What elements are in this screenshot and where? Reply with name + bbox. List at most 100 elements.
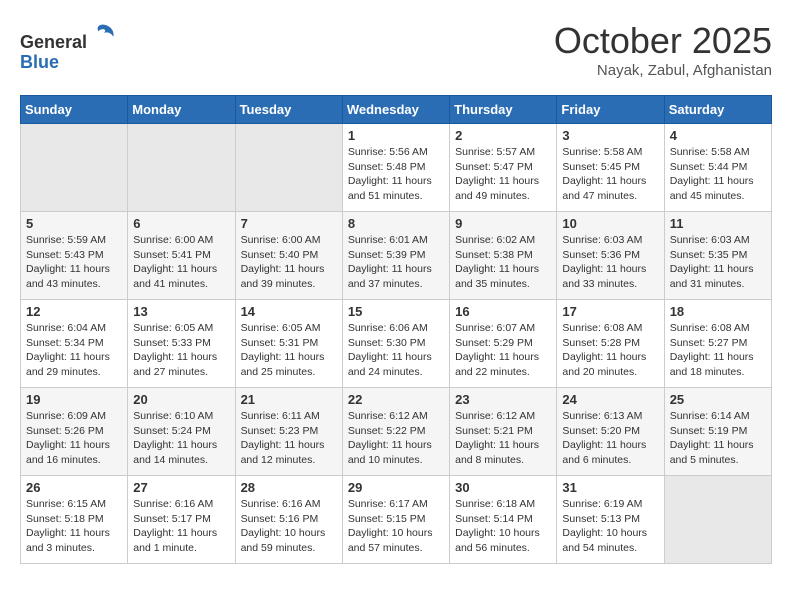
calendar-cell: 7 Sunrise: 6:00 AMSunset: 5:40 PMDaylight… [235, 212, 342, 300]
calendar-cell: 6 Sunrise: 6:00 AMSunset: 5:41 PMDaylight… [128, 212, 235, 300]
calendar-cell [21, 124, 128, 212]
day-number: 8 [348, 216, 444, 231]
calendar-body: 1 Sunrise: 5:56 AMSunset: 5:48 PMDaylight… [21, 124, 772, 564]
calendar-cell: 29 Sunrise: 6:17 AMSunset: 5:15 PMDayligh… [342, 476, 449, 564]
calendar-cell: 12Sunrise: 6:04 AMSunset: 5:34 PMDayligh… [21, 300, 128, 388]
day-number: 30 [455, 480, 551, 495]
logo: General Blue [20, 20, 117, 73]
calendar-cell: 9 Sunrise: 6:02 AMSunset: 5:38 PMDaylight… [450, 212, 557, 300]
calendar-cell [128, 124, 235, 212]
day-number: 7 [241, 216, 337, 231]
day-info: Sunrise: 5:58 AMSunset: 5:44 PMDaylight:… [670, 145, 766, 204]
day-info: Sunrise: 6:08 AMSunset: 5:28 PMDaylight:… [562, 321, 658, 380]
day-info: Sunrise: 6:19 AMSunset: 5:13 PMDaylight:… [562, 497, 658, 556]
calendar-cell: 26Sunrise: 6:15 AMSunset: 5:18 PMDayligh… [21, 476, 128, 564]
day-info: Sunrise: 6:12 AMSunset: 5:21 PMDaylight:… [455, 409, 551, 468]
calendar-week-4: 19 Sunrise: 6:09 AMSunset: 5:26 PMDayligh… [21, 388, 772, 476]
calendar-cell: 5Sunrise: 5:59 AMSunset: 5:43 PMDaylight… [21, 212, 128, 300]
title-block: October 2025 Nayak, Zabul, Afghanistan [554, 20, 772, 79]
calendar-cell: 3 Sunrise: 5:58 AMSunset: 5:45 PMDaylight… [557, 124, 664, 212]
calendar-cell: 23 Sunrise: 6:12 AMSunset: 5:21 PMDayligh… [450, 388, 557, 476]
day-info: Sunrise: 6:14 AMSunset: 5:19 PMDaylight:… [670, 409, 766, 468]
day-number: 29 [348, 480, 444, 495]
calendar-week-2: 5Sunrise: 5:59 AMSunset: 5:43 PMDaylight… [21, 212, 772, 300]
weekday-header-tuesday: Tuesday [235, 96, 342, 124]
day-info: Sunrise: 5:57 AMSunset: 5:47 PMDaylight:… [455, 145, 551, 204]
page-header: General Blue October 2025 Nayak, Zabul, … [20, 20, 772, 79]
logo-bird-icon [89, 20, 117, 48]
calendar-cell: 2 Sunrise: 5:57 AMSunset: 5:47 PMDaylight… [450, 124, 557, 212]
calendar-cell: 21Sunrise: 6:11 AMSunset: 5:23 PMDayligh… [235, 388, 342, 476]
day-info: Sunrise: 6:09 AMSunset: 5:26 PMDaylight:… [26, 409, 122, 468]
day-number: 1 [348, 128, 444, 143]
month-title: October 2025 [554, 20, 772, 62]
day-info: Sunrise: 6:05 AMSunset: 5:31 PMDaylight:… [241, 321, 337, 380]
day-number: 20 [133, 392, 229, 407]
calendar-header: SundayMondayTuesdayWednesdayThursdayFrid… [21, 96, 772, 124]
calendar-cell: 31 Sunrise: 6:19 AMSunset: 5:13 PMDayligh… [557, 476, 664, 564]
day-info: Sunrise: 5:58 AMSunset: 5:45 PMDaylight:… [562, 145, 658, 204]
day-number: 19 [26, 392, 122, 407]
calendar-cell: 22Sunrise: 6:12 AMSunset: 5:22 PMDayligh… [342, 388, 449, 476]
calendar-cell: 28Sunrise: 6:16 AMSunset: 5:16 PMDayligh… [235, 476, 342, 564]
calendar-cell: 19 Sunrise: 6:09 AMSunset: 5:26 PMDayligh… [21, 388, 128, 476]
day-info: Sunrise: 6:07 AMSunset: 5:29 PMDaylight:… [455, 321, 551, 380]
calendar-cell: 20 Sunrise: 6:10 AMSunset: 5:24 PMDayligh… [128, 388, 235, 476]
day-number: 16 [455, 304, 551, 319]
day-info: Sunrise: 6:10 AMSunset: 5:24 PMDaylight:… [133, 409, 229, 468]
day-info: Sunrise: 6:16 AMSunset: 5:16 PMDaylight:… [241, 497, 337, 556]
calendar-week-3: 12Sunrise: 6:04 AMSunset: 5:34 PMDayligh… [21, 300, 772, 388]
day-info: Sunrise: 5:59 AMSunset: 5:43 PMDaylight:… [26, 233, 122, 292]
calendar-cell: 4Sunrise: 5:58 AMSunset: 5:44 PMDaylight… [664, 124, 771, 212]
weekday-header-saturday: Saturday [664, 96, 771, 124]
calendar-cell: 17 Sunrise: 6:08 AMSunset: 5:28 PMDayligh… [557, 300, 664, 388]
day-number: 11 [670, 216, 766, 231]
calendar-cell: 25Sunrise: 6:14 AMSunset: 5:19 PMDayligh… [664, 388, 771, 476]
calendar-cell: 14 Sunrise: 6:05 AMSunset: 5:31 PMDayligh… [235, 300, 342, 388]
day-info: Sunrise: 6:05 AMSunset: 5:33 PMDaylight:… [133, 321, 229, 380]
day-info: Sunrise: 6:12 AMSunset: 5:22 PMDaylight:… [348, 409, 444, 468]
weekday-header-thursday: Thursday [450, 96, 557, 124]
calendar-cell: 16 Sunrise: 6:07 AMSunset: 5:29 PMDayligh… [450, 300, 557, 388]
day-number: 13 [133, 304, 229, 319]
day-number: 27 [133, 480, 229, 495]
calendar-cell [235, 124, 342, 212]
day-info: Sunrise: 6:03 AMSunset: 5:36 PMDaylight:… [562, 233, 658, 292]
day-info: Sunrise: 6:18 AMSunset: 5:14 PMDaylight:… [455, 497, 551, 556]
day-info: Sunrise: 6:00 AMSunset: 5:40 PMDaylight:… [241, 233, 337, 292]
calendar-week-1: 1 Sunrise: 5:56 AMSunset: 5:48 PMDaylight… [21, 124, 772, 212]
calendar-cell: 15 Sunrise: 6:06 AMSunset: 5:30 PMDayligh… [342, 300, 449, 388]
day-number: 14 [241, 304, 337, 319]
day-info: Sunrise: 5:56 AMSunset: 5:48 PMDaylight:… [348, 145, 444, 204]
calendar-cell [664, 476, 771, 564]
day-info: Sunrise: 6:02 AMSunset: 5:38 PMDaylight:… [455, 233, 551, 292]
calendar-cell: 10Sunrise: 6:03 AMSunset: 5:36 PMDayligh… [557, 212, 664, 300]
calendar-cell: 8 Sunrise: 6:01 AMSunset: 5:39 PMDaylight… [342, 212, 449, 300]
day-info: Sunrise: 6:16 AMSunset: 5:17 PMDaylight:… [133, 497, 229, 556]
day-number: 3 [562, 128, 658, 143]
day-info: Sunrise: 6:00 AMSunset: 5:41 PMDaylight:… [133, 233, 229, 292]
day-number: 23 [455, 392, 551, 407]
day-number: 24 [562, 392, 658, 407]
day-info: Sunrise: 6:11 AMSunset: 5:23 PMDaylight:… [241, 409, 337, 468]
day-number: 9 [455, 216, 551, 231]
calendar-cell: 30 Sunrise: 6:18 AMSunset: 5:14 PMDayligh… [450, 476, 557, 564]
calendar-cell: 1 Sunrise: 5:56 AMSunset: 5:48 PMDaylight… [342, 124, 449, 212]
logo-general: General [20, 32, 87, 52]
calendar-table: SundayMondayTuesdayWednesdayThursdayFrid… [20, 95, 772, 564]
weekday-header-wednesday: Wednesday [342, 96, 449, 124]
day-number: 31 [562, 480, 658, 495]
day-number: 15 [348, 304, 444, 319]
weekday-header-monday: Monday [128, 96, 235, 124]
day-info: Sunrise: 6:13 AMSunset: 5:20 PMDaylight:… [562, 409, 658, 468]
day-number: 6 [133, 216, 229, 231]
calendar-cell: 27 Sunrise: 6:16 AMSunset: 5:17 PMDayligh… [128, 476, 235, 564]
day-number: 2 [455, 128, 551, 143]
day-info: Sunrise: 6:17 AMSunset: 5:15 PMDaylight:… [348, 497, 444, 556]
day-info: Sunrise: 6:06 AMSunset: 5:30 PMDaylight:… [348, 321, 444, 380]
location: Nayak, Zabul, Afghanistan [554, 62, 772, 79]
day-info: Sunrise: 6:01 AMSunset: 5:39 PMDaylight:… [348, 233, 444, 292]
day-number: 17 [562, 304, 658, 319]
calendar-cell: 18Sunrise: 6:08 AMSunset: 5:27 PMDayligh… [664, 300, 771, 388]
day-number: 26 [26, 480, 122, 495]
